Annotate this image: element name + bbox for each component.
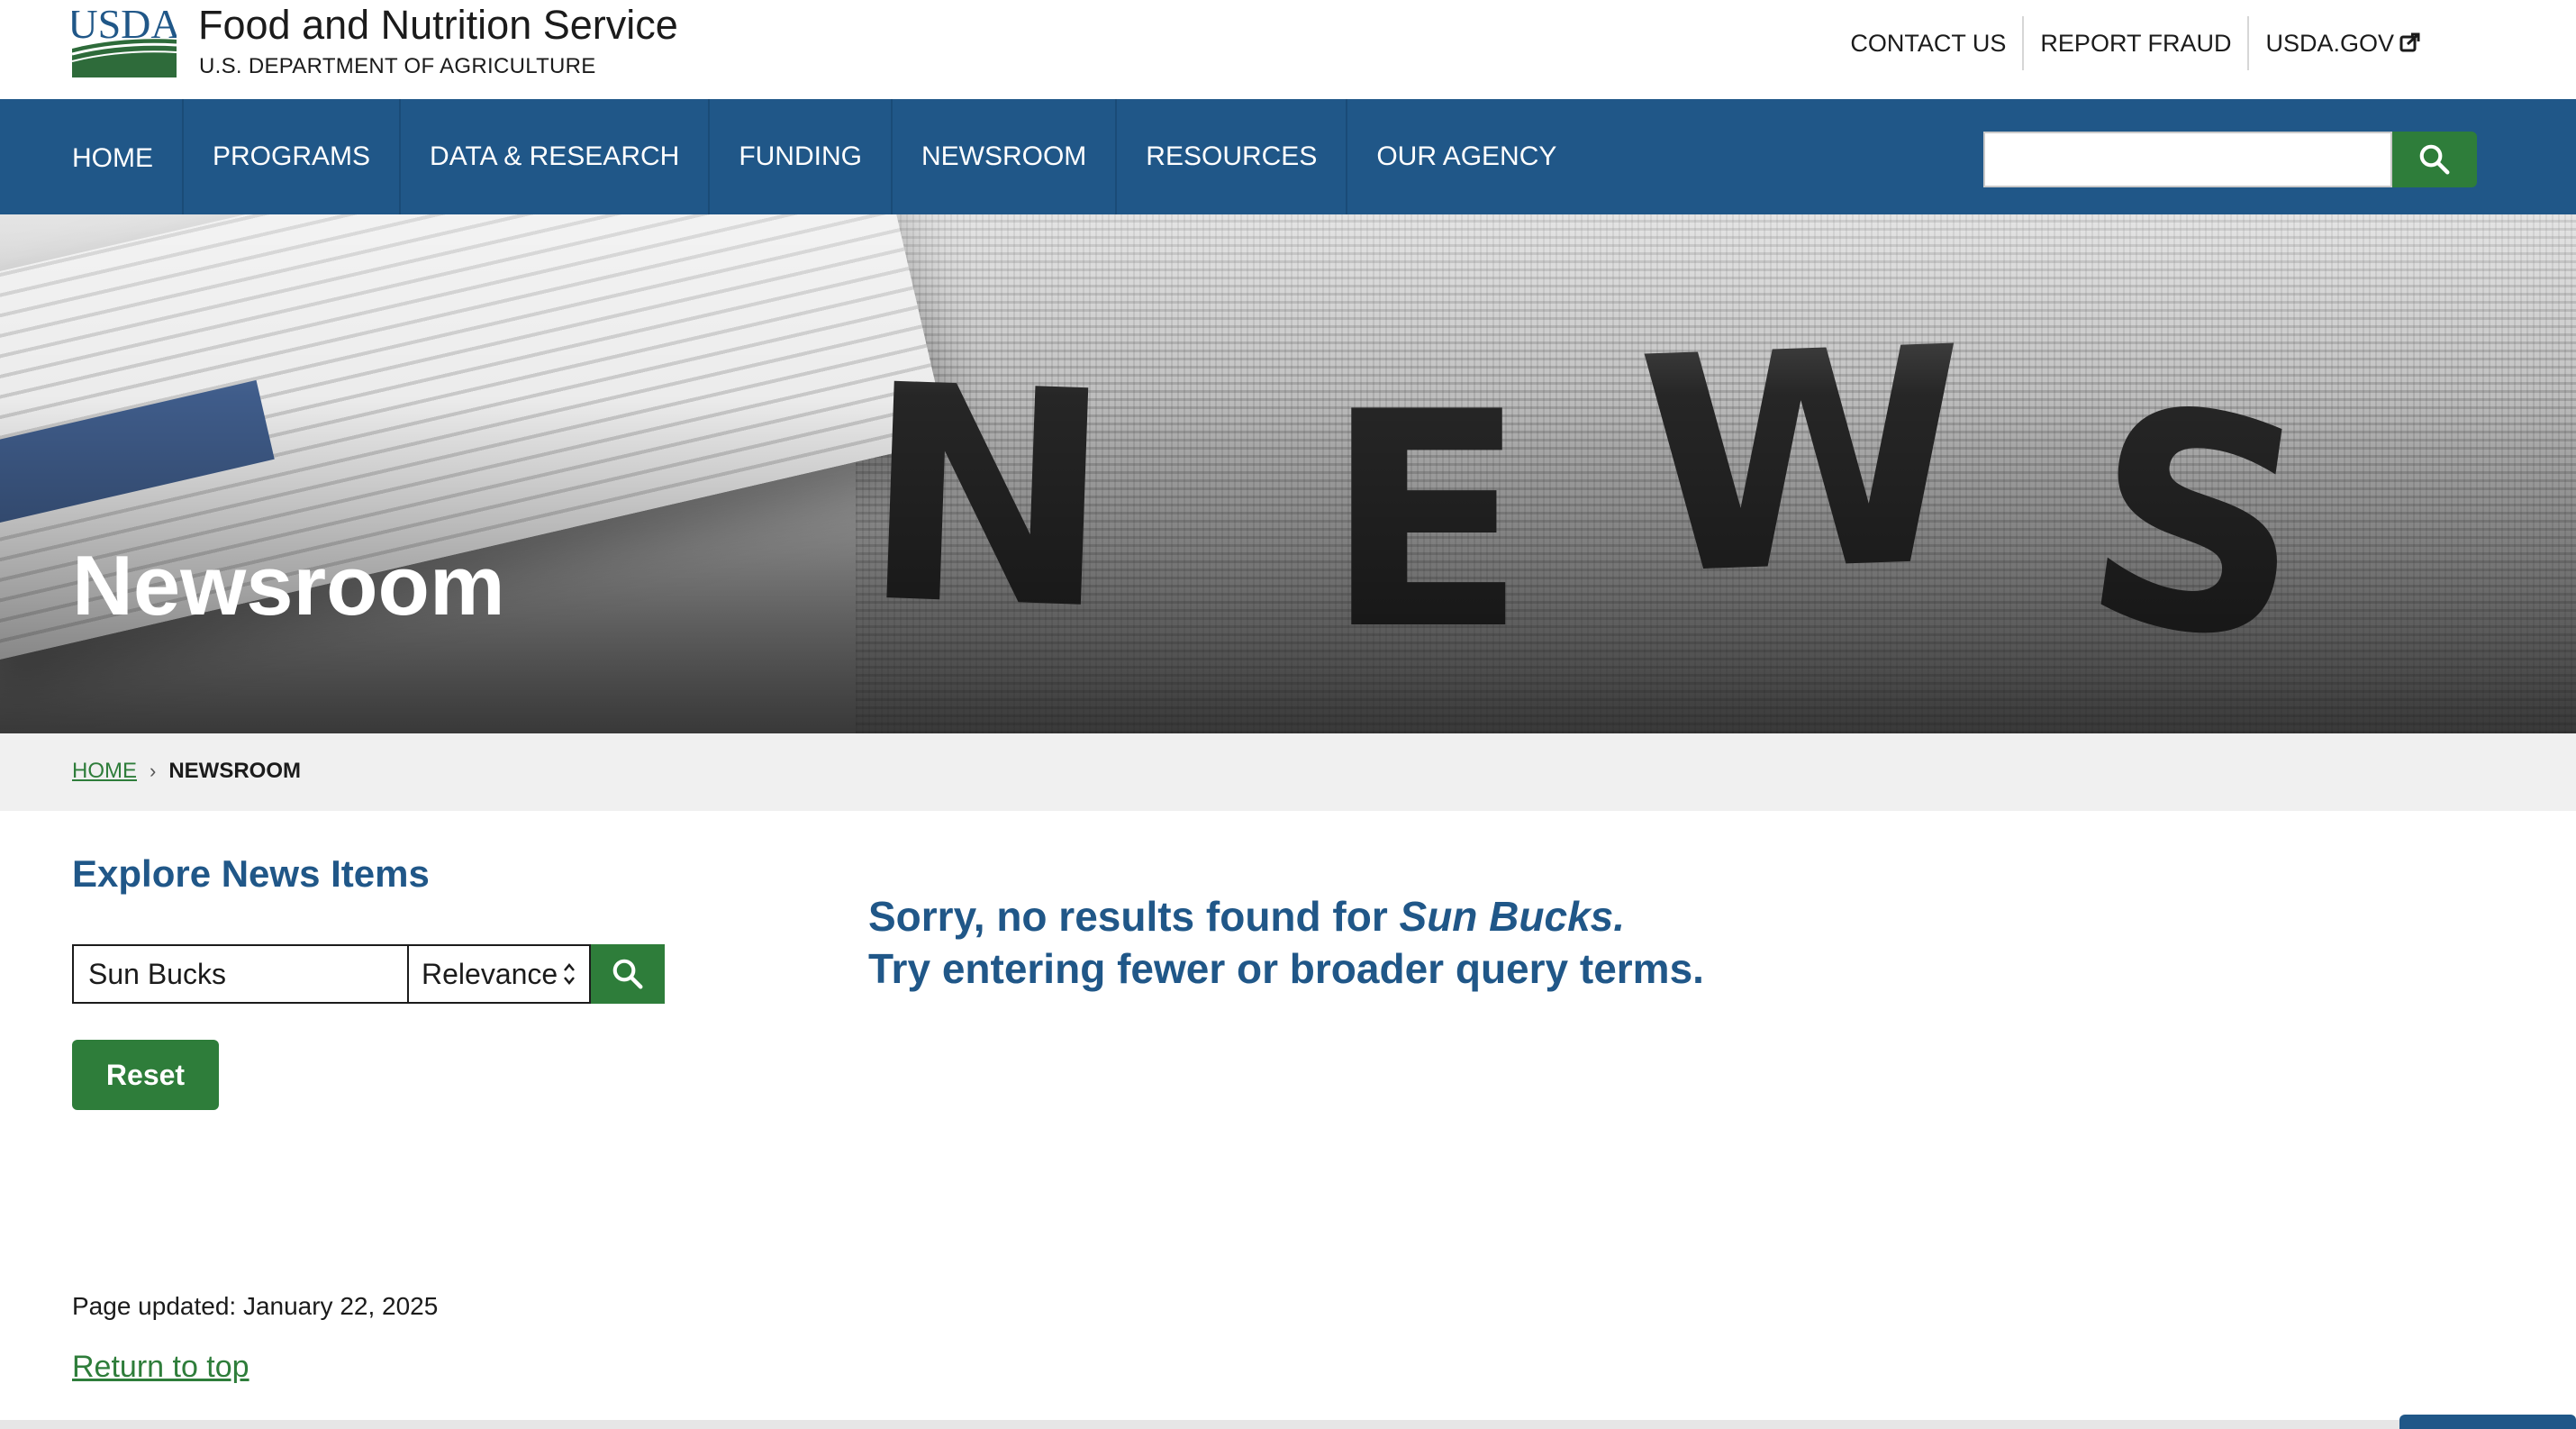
breadcrumb-current: NEWSROOM [168,759,301,783]
sort-select-value: Relevance [422,957,558,990]
usda-gov-link[interactable]: USDA.GOV [2247,16,2437,70]
site-header: USDA Food and Nutrition Service U.S. DEP… [0,0,2576,99]
nav-item-data-research[interactable]: DATA & RESEARCH [399,99,708,214]
sort-updown-icon [564,963,575,985]
feedback-tab[interactable] [2399,1415,2576,1429]
usda-logo[interactable]: USDA [72,4,177,77]
hero-banner: N E W S Newsroom [0,214,2576,733]
no-results-prefix: Sorry, no results found for [868,893,1400,940]
search-icon [612,959,643,989]
site-search-input[interactable] [1983,132,2392,187]
search-icon [2419,144,2450,175]
site-subtitle: U.S. DEPARTMENT OF AGRICULTURE [199,54,596,78]
sort-select[interactable]: Relevance [409,944,591,1004]
news-search-button[interactable] [591,944,665,1004]
no-results-message: Sorry, no results found for Sun Bucks. T… [868,890,1704,995]
nav-item-our-agency[interactable]: OUR AGENCY [1346,99,1585,214]
utility-nav: CONTACT US REPORT FRAUD USDA.GOV [1834,16,2437,70]
site-search [1983,132,2477,187]
nav-item-funding[interactable]: FUNDING [708,99,891,214]
page-updated-date: Page updated: January 22, 2025 [72,1292,439,1320]
main-nav: HOME PROGRAMS DATA & RESEARCH FUNDING NE… [0,99,2576,214]
external-link-icon [2399,32,2420,52]
breadcrumb-home-link[interactable]: HOME [72,759,137,784]
breadcrumb-separator-icon: › [150,760,157,782]
return-to-top-link[interactable]: Return to top [72,1350,249,1385]
news-search-input[interactable] [72,944,409,1004]
breadcrumb: HOME › NEWSROOM [72,759,301,784]
nav-item-newsroom[interactable]: NEWSROOM [890,99,1115,214]
site-search-button[interactable] [2392,132,2477,187]
hero-gradient-overlay [0,214,2576,733]
no-results-line1: Sorry, no results found for Sun Bucks. [868,890,1704,942]
main-nav-list: HOME PROGRAMS DATA & RESEARCH FUNDING NE… [43,99,1585,214]
no-results-query: Sun Bucks. [1399,893,1626,940]
usda-gov-label: USDA.GOV [2265,30,2394,57]
no-results-line2: Try entering fewer or broader query term… [868,945,1704,992]
explore-news-heading: Explore News Items [72,852,430,895]
nav-item-programs[interactable]: PROGRAMS [182,99,399,214]
page-title: Newsroom [72,538,505,633]
footer-divider [0,1420,2576,1429]
news-filter-form: Relevance [72,944,665,1004]
contact-us-link[interactable]: CONTACT US [1834,16,2022,70]
nav-item-resources[interactable]: RESOURCES [1115,99,1346,214]
reset-button[interactable]: Reset [72,1040,219,1110]
report-fraud-link[interactable]: REPORT FRAUD [2022,16,2247,70]
breadcrumb-bar: HOME › NEWSROOM [0,733,2576,811]
nav-item-home[interactable]: HOME [43,101,182,216]
site-title[interactable]: Food and Nutrition Service [198,2,678,49]
